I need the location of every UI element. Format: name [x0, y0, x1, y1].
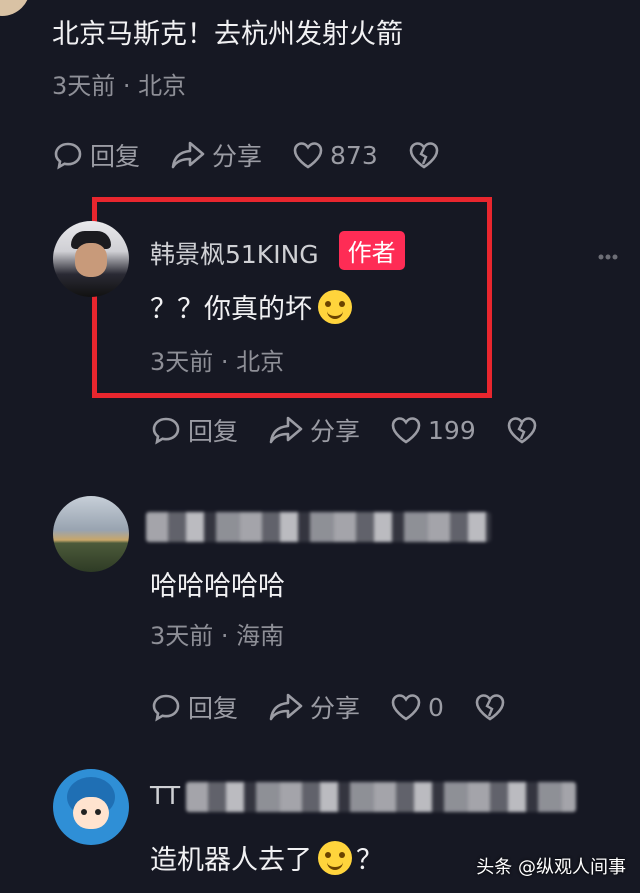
thinking-emoji-icon — [318, 841, 352, 875]
reply-button[interactable]: 回复 — [150, 689, 238, 725]
comment-actions: 回复 分享 0 — [150, 689, 542, 725]
like-button[interactable]: 0 — [390, 692, 444, 722]
dislike-button[interactable] — [474, 692, 512, 722]
comment-meta: 3天前 · 海南 — [150, 622, 285, 650]
comment-body: 造机器人去了 — [150, 845, 312, 876]
like-count: 199 — [428, 415, 476, 445]
comment-actions: 回复 分享 199 — [150, 412, 574, 448]
smile-emoji-icon — [318, 290, 352, 324]
like-button[interactable]: 873 — [292, 140, 378, 170]
comment-text: ？？你真的坏 — [150, 287, 352, 326]
username-blurred[interactable] — [146, 512, 491, 542]
watermark: 头条 @纵观人间事 — [476, 857, 626, 878]
share-button[interactable]: 分享 — [268, 689, 360, 725]
reply-label: 回复 — [188, 417, 239, 446]
username[interactable]: TT — [150, 781, 180, 810]
comment-body-suffix: ？ — [356, 845, 383, 876]
share-label: 分享 — [310, 694, 361, 723]
dislike-button[interactable] — [506, 415, 544, 445]
username[interactable]: 韩景枫51KING — [150, 240, 319, 269]
reply-icon — [152, 694, 180, 722]
share-icon — [171, 141, 205, 169]
reply-icon — [152, 417, 180, 445]
share-button[interactable]: 分享 — [268, 412, 360, 448]
heart-icon — [391, 694, 421, 721]
avatar[interactable] — [53, 769, 129, 845]
comment-meta: 3天前 · 北京 — [52, 72, 187, 100]
author-badge: 作者 — [338, 231, 405, 270]
broken-heart-icon — [409, 142, 439, 169]
comment-body: ？？你真的坏 — [150, 294, 312, 325]
more-options-icon[interactable] — [598, 254, 618, 260]
like-button[interactable]: 199 — [390, 415, 476, 445]
heart-icon — [293, 142, 323, 169]
comment-meta: 3天前 · 北京 — [150, 348, 285, 376]
like-count: 0 — [428, 692, 444, 722]
avatar[interactable] — [53, 496, 129, 572]
share-icon — [269, 416, 303, 444]
reply-icon — [54, 142, 82, 170]
reply-label: 回复 — [90, 142, 141, 171]
avatar[interactable] — [53, 221, 129, 297]
reply-label: 回复 — [188, 694, 239, 723]
comment-text: 造机器人去了 ？ — [150, 838, 383, 877]
reply-button[interactable]: 回复 — [52, 137, 140, 173]
reply-button[interactable]: 回复 — [150, 412, 238, 448]
comment-actions: 回复 分享 873 — [52, 137, 476, 173]
comment-text: 北京马斯克！去杭州发射火箭 — [52, 19, 403, 50]
comment-author[interactable]: TT — [150, 781, 180, 810]
broken-heart-icon — [507, 417, 537, 444]
heart-icon — [391, 417, 421, 444]
broken-heart-icon — [475, 694, 505, 721]
avatar[interactable] — [0, 0, 30, 16]
username-blurred[interactable] — [186, 782, 576, 812]
like-count: 873 — [330, 140, 378, 170]
share-label: 分享 — [310, 417, 361, 446]
dislike-button[interactable] — [408, 140, 446, 170]
share-icon — [269, 693, 303, 721]
share-label: 分享 — [212, 142, 263, 171]
share-button[interactable]: 分享 — [170, 137, 262, 173]
comment-author[interactable]: 韩景枫51KING 作者 — [150, 231, 405, 271]
comment-text: 哈哈哈哈哈 — [150, 571, 285, 602]
